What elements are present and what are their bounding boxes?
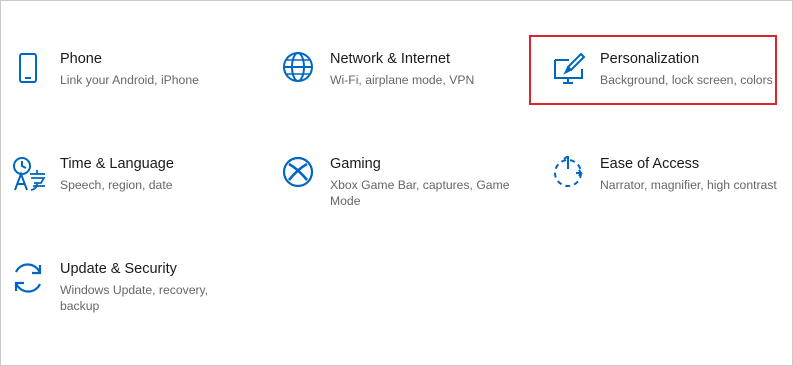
settings-item-phone[interactable]: Phone Link your Android, iPhone	[11, 51, 261, 131]
update-sync-icon	[11, 261, 47, 297]
settings-item-title: Update & Security	[60, 261, 177, 277]
settings-item-time-language[interactable]: Time & Language Speech, region, date	[11, 156, 261, 236]
settings-item-title: Gaming	[330, 156, 381, 172]
xbox-icon	[281, 156, 317, 192]
settings-item-personalization[interactable]: Personalization Background, lock screen,…	[551, 51, 793, 131]
phone-icon	[11, 51, 47, 87]
settings-item-title: Phone	[60, 51, 102, 67]
globe-icon	[281, 51, 317, 87]
settings-item-description: Xbox Game Bar, captures, Game Mode	[330, 178, 510, 208]
settings-item-description: Speech, region, date	[60, 178, 173, 192]
personalization-icon	[551, 51, 587, 87]
settings-item-description: Wi-Fi, airplane mode, VPN	[330, 73, 475, 87]
settings-item-description: Windows Update, recovery, backup	[60, 283, 209, 313]
settings-item-description: Narrator, magnifier, high contrast	[600, 178, 777, 192]
time-language-icon	[11, 156, 47, 192]
settings-item-description: Link your Android, iPhone	[60, 73, 199, 87]
ease-of-access-icon	[551, 156, 587, 192]
settings-item-title: Personalization	[600, 51, 700, 67]
settings-item-title: Ease of Access	[600, 156, 700, 172]
settings-item-title: Network & Internet	[330, 51, 451, 67]
settings-item-network-internet[interactable]: Network & Internet Wi-Fi, airplane mode,…	[281, 51, 531, 131]
settings-item-title: Time & Language	[60, 156, 174, 172]
settings-item-update-security[interactable]: Update & Security Windows Update, recove…	[11, 261, 261, 341]
settings-item-description: Background, lock screen, colors	[600, 73, 773, 87]
settings-item-gaming[interactable]: Gaming Xbox Game Bar, captures, Game Mod…	[281, 156, 531, 236]
settings-grid: Phone Link your Android, iPhone Network …	[0, 0, 793, 366]
settings-item-ease-of-access[interactable]: Ease of Access Narrator, magnifier, high…	[551, 156, 793, 236]
